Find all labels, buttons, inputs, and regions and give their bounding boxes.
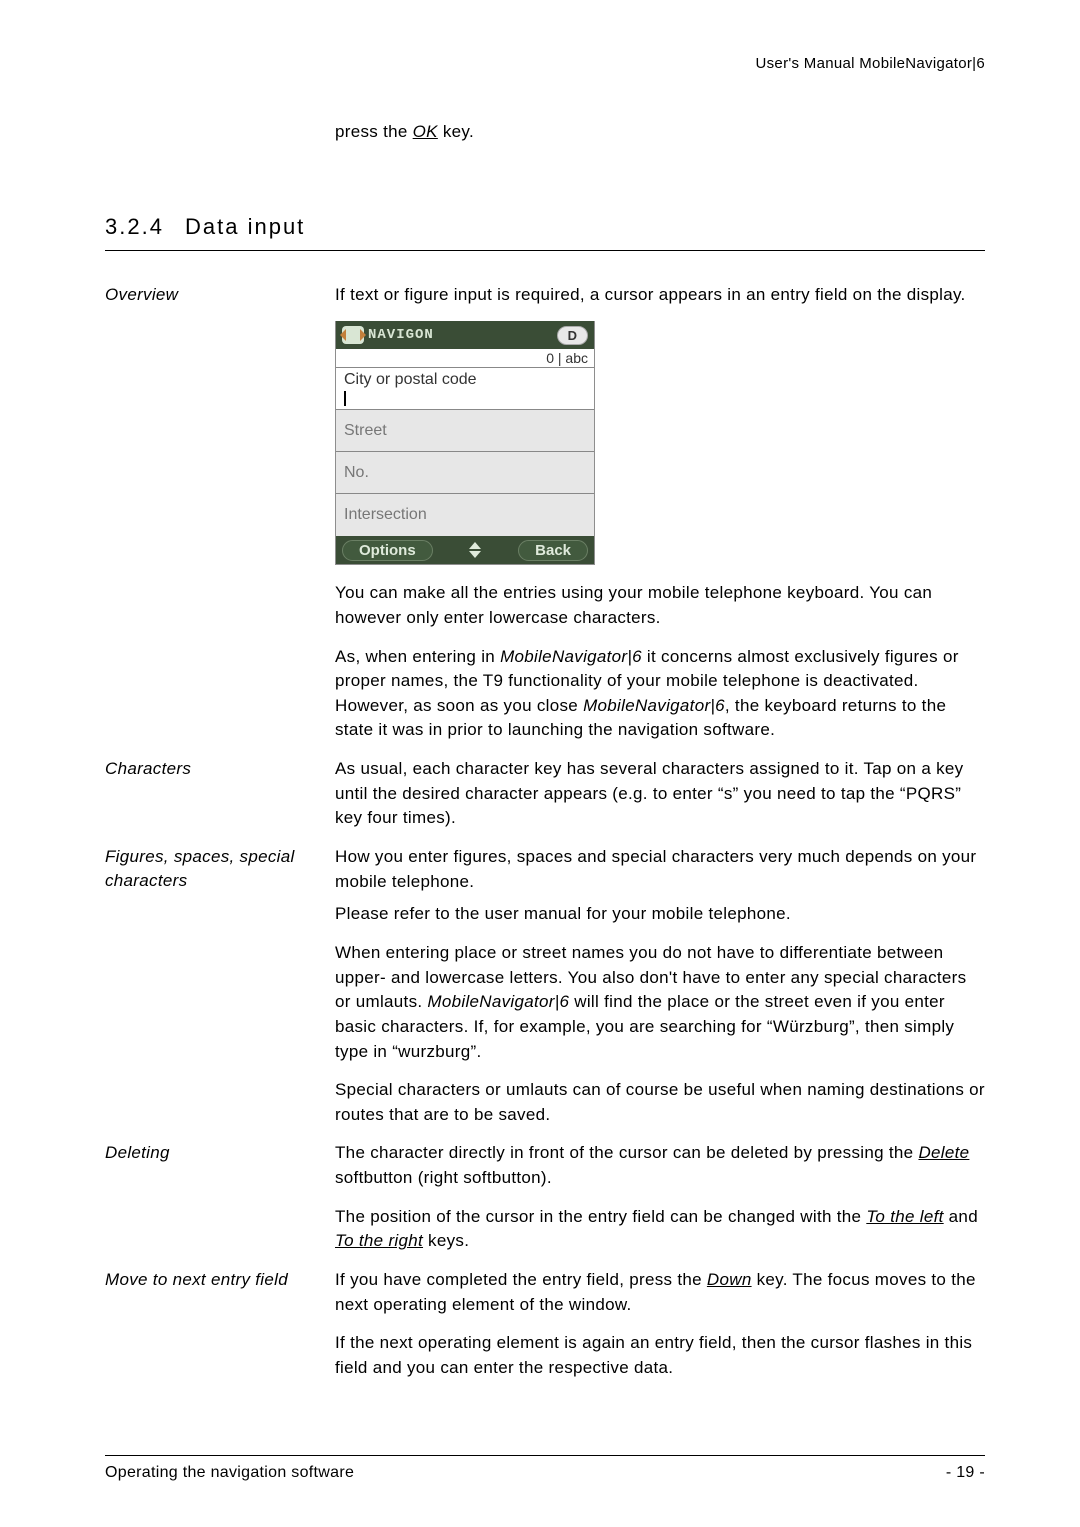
overview-p1: If text or figure input is required, a c… (335, 283, 985, 308)
delete-key: Delete (918, 1143, 969, 1162)
nav-pad-icon[interactable] (462, 539, 488, 561)
field-no[interactable]: No. (336, 452, 594, 494)
field-no-label: No. (344, 464, 586, 482)
label-move-next: Move to next entry field (105, 1268, 335, 1292)
deleting-p2a: The position of the cursor in the entry … (335, 1207, 866, 1226)
arrow-up-icon (469, 542, 481, 549)
deleting-p1: The character directly in front of the c… (335, 1141, 985, 1190)
field-street-label: Street (344, 422, 586, 440)
section-title: Data input (185, 214, 305, 240)
label-overview: Overview (105, 283, 335, 307)
softkey-back[interactable]: Back (518, 540, 588, 561)
move-next-p1: If you have completed the entry field, p… (335, 1268, 985, 1317)
figures-p4: Special characters or umlauts can of cou… (335, 1078, 985, 1127)
brand-text: NAVIGON (368, 327, 434, 343)
field-intersection[interactable]: Intersection (336, 494, 594, 536)
input-mode-bar: 0 | abc (336, 349, 594, 368)
brand-icon (342, 326, 364, 344)
deleting-p2b: keys. (423, 1231, 469, 1250)
footer-page-number: - 19 - (946, 1464, 985, 1482)
intro-pre: press the (335, 122, 413, 141)
section-heading: 3.2.4 Data input (105, 214, 985, 251)
characters-p1: As usual, each character key has several… (335, 757, 985, 831)
to-the-right-key: To the right (335, 1231, 423, 1250)
device-bottombar: Options Back (336, 536, 594, 564)
label-deleting: Deleting (105, 1141, 335, 1165)
text-cursor (344, 391, 346, 406)
field-city-label: City or postal code (344, 371, 586, 389)
to-the-left-key: To the left (866, 1207, 943, 1226)
label-characters: Characters (105, 757, 335, 781)
deleting-p2mid: and (944, 1207, 978, 1226)
arrow-down-icon (469, 551, 481, 558)
move-next-p2: If the next operating element is again a… (335, 1331, 985, 1380)
footer-left: Operating the navigation software (105, 1464, 354, 1482)
field-street[interactable]: Street (336, 410, 594, 452)
page-footer: Operating the navigation software - 19 - (105, 1455, 985, 1482)
section-number: 3.2.4 (105, 214, 185, 240)
overview-p3a: As, when entering in (335, 647, 500, 666)
down-key: Down (707, 1270, 752, 1289)
label-figures: Figures, spaces, special characters (105, 845, 335, 893)
move-next-p1a: If you have completed the entry field, p… (335, 1270, 707, 1289)
figures-p1: How you enter figures, spaces and specia… (335, 845, 985, 894)
device-topbar: NAVIGON D (336, 321, 594, 349)
field-intersection-label: Intersection (344, 506, 586, 524)
ok-key: OK (413, 122, 438, 141)
status-badge: D (557, 326, 588, 345)
device-screenshot: NAVIGON D 0 | abc City or postal code St… (335, 321, 595, 565)
intro-post: key. (438, 122, 474, 141)
overview-p3: As, when entering in MobileNavigator|6 i… (335, 645, 985, 744)
figures-p3: When entering place or street names you … (335, 941, 985, 1064)
figures-p2: Please refer to the user manual for your… (335, 902, 985, 927)
intro-line: press the OK key. (335, 120, 985, 145)
overview-p3-em2: MobileNavigator|6 (583, 696, 725, 715)
deleting-p2: The position of the cursor in the entry … (335, 1205, 985, 1254)
figures-p3-em: MobileNavigator|6 (427, 992, 569, 1011)
softkey-options[interactable]: Options (342, 540, 433, 561)
overview-p2: You can make all the entries using your … (335, 581, 985, 630)
page-header: User's Manual MobileNavigator|6 (105, 55, 985, 72)
deleting-p1a: The character directly in front of the c… (335, 1143, 918, 1162)
overview-p3-em1: MobileNavigator|6 (500, 647, 642, 666)
deleting-p1b: softbutton (right softbutton). (335, 1168, 552, 1187)
device-brand: NAVIGON (342, 326, 434, 344)
field-city[interactable]: City or postal code (336, 368, 594, 410)
